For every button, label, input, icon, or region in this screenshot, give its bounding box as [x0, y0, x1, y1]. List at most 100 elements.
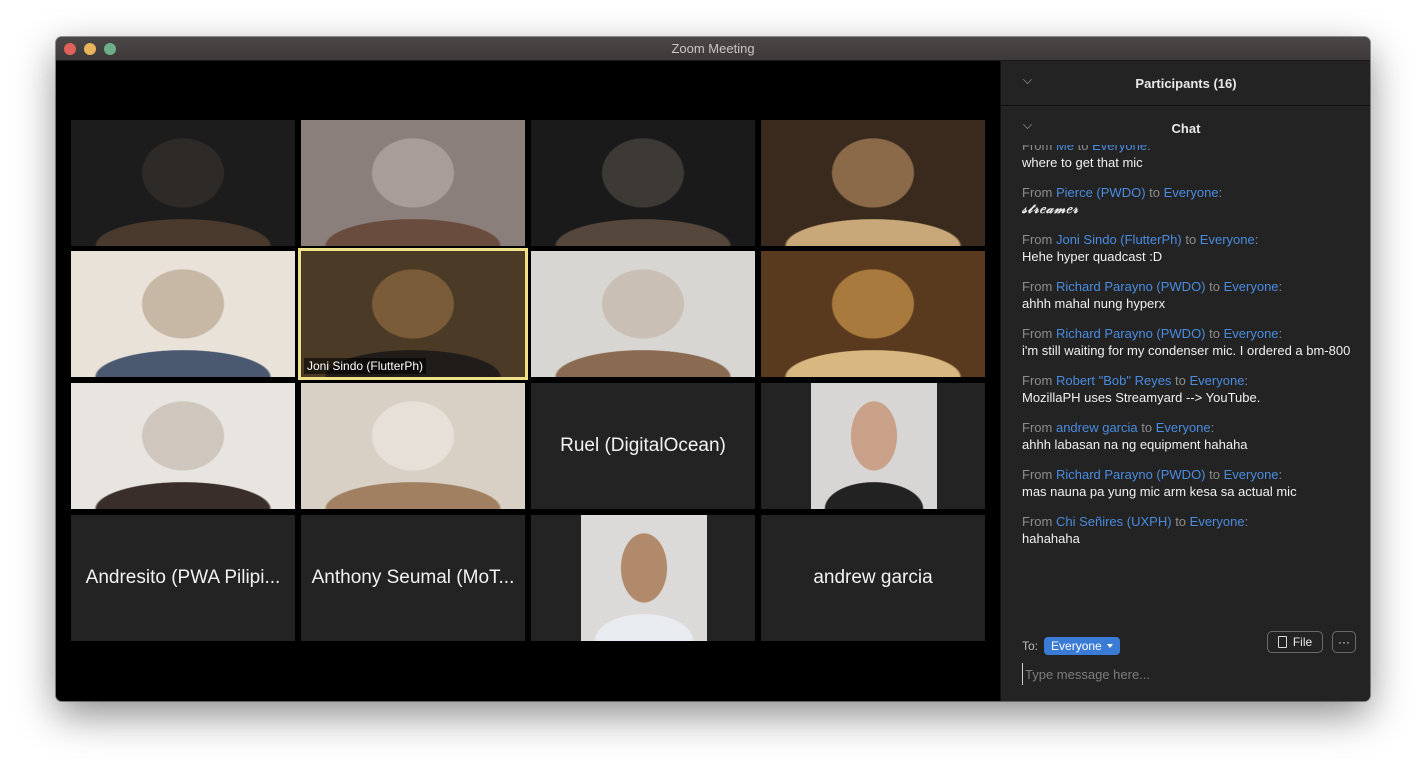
participant-name: Andresito (PWA Pilipi... — [85, 567, 281, 588]
recipient-name[interactable]: Everyone — [1092, 145, 1147, 153]
participants-header[interactable]: Participants (16) — [1001, 61, 1370, 106]
more-options-button[interactable]: ··· — [1332, 631, 1356, 653]
colon: : — [1254, 232, 1259, 247]
from-label: From — [1022, 326, 1053, 341]
recipient-name[interactable]: Everyone — [1224, 326, 1279, 341]
message-text: mas nauna pa yung mic arm kesa sa actual… — [1022, 484, 1297, 499]
participant-tile[interactable] — [531, 120, 755, 246]
sender-name[interactable]: Richard Parayno (PWDO) — [1056, 326, 1206, 341]
colon: : — [1244, 373, 1249, 388]
chat-message: From Richard Parayno (PWDO) to Everyone:… — [1022, 325, 1353, 359]
caret-down-icon — [1106, 644, 1113, 648]
chat-message-input[interactable] — [1022, 663, 1357, 685]
recipient-name[interactable]: Everyone — [1164, 185, 1219, 200]
colon: : — [1147, 145, 1151, 153]
recipient-name[interactable]: Everyone — [1156, 420, 1211, 435]
chat-message-list[interactable]: From Me to Everyone: where to get that mi… — [1001, 145, 1370, 605]
message-header: From Richard Parayno (PWDO) to Everyone: — [1022, 278, 1353, 295]
colon: : — [1278, 279, 1283, 294]
colon: : — [1210, 420, 1215, 435]
from-label: From — [1022, 185, 1053, 200]
chat-message: From Chi Señires (UXPH) to Everyone: haha… — [1022, 513, 1353, 547]
video-feed — [71, 383, 295, 509]
chat-message: From Joni Sindo (FlutterPh) to Everyone:… — [1022, 231, 1353, 265]
message-header: From Joni Sindo (FlutterPh) to Everyone: — [1022, 231, 1353, 248]
message-header: From Richard Parayno (PWDO) to Everyone: — [1022, 325, 1353, 342]
chat-title: Chat — [1171, 120, 1201, 136]
sender-name[interactable]: Joni Sindo (FlutterPh) — [1056, 232, 1182, 247]
chevron-down-icon[interactable] — [1023, 120, 1032, 129]
recipient-name[interactable]: Everyone — [1224, 467, 1279, 482]
recipient-name[interactable]: Everyone — [1200, 232, 1255, 247]
side-panel: Participants (16) Chat From Me to Everyo… — [1000, 61, 1370, 701]
from-label: From — [1022, 373, 1053, 388]
window-title: Zoom Meeting — [671, 41, 755, 56]
profile-photo — [811, 383, 937, 509]
participant-name: andrew garcia — [813, 567, 933, 588]
colon: : — [1278, 326, 1283, 341]
title-bar: Zoom Meeting — [56, 37, 1370, 61]
from-label: From — [1022, 467, 1053, 482]
sender-name[interactable]: Me — [1056, 145, 1074, 153]
zoom-window: Zoom Meeting Joni Sindo (FlutterPh) Ruel … — [56, 37, 1370, 701]
from-label: From — [1022, 232, 1053, 247]
recipient-name[interactable]: Everyone — [1190, 514, 1245, 529]
to-label: To: — [1022, 639, 1039, 653]
participant-tile[interactable]: Joni Sindo (FlutterPh) — [298, 248, 528, 380]
sender-name[interactable]: Pierce (PWDO) — [1056, 185, 1146, 200]
message-text: ahhh labasan na ng equipment hahaha — [1022, 437, 1248, 452]
recipient-name[interactable]: Everyone — [1190, 373, 1245, 388]
participant-tile[interactable]: Andresito (PWA Pilipi... — [71, 515, 295, 641]
participant-tile[interactable] — [301, 383, 525, 509]
profile-photo — [581, 515, 707, 641]
participant-name-label: Joni Sindo (FlutterPh) — [304, 358, 427, 374]
to-word: to — [1209, 326, 1220, 341]
message-text: hahahaha — [1022, 531, 1080, 546]
participant-name: Ruel (DigitalOcean) — [560, 435, 726, 456]
chat-header[interactable]: Chat — [1001, 106, 1370, 150]
participant-tile[interactable]: Anthony Seumal (MoT... — [301, 515, 525, 641]
video-feed — [761, 251, 985, 377]
participant-tile[interactable] — [71, 383, 295, 509]
sender-name[interactable]: Robert "Bob" Reyes — [1056, 373, 1171, 388]
message-text: i'm still waiting for my condenser mic. … — [1022, 343, 1351, 358]
message-header: From Robert "Bob" Reyes to Everyone: — [1022, 372, 1353, 389]
to-word: to — [1149, 185, 1160, 200]
participant-tile[interactable] — [301, 120, 525, 246]
from-label: From — [1022, 145, 1053, 153]
sender-name[interactable]: Chi Señires (UXPH) — [1056, 514, 1172, 529]
sender-name[interactable]: Richard Parayno (PWDO) — [1056, 467, 1206, 482]
file-button[interactable]: File — [1267, 631, 1323, 653]
video-feed — [761, 120, 985, 246]
participant-tile[interactable] — [761, 251, 985, 377]
to-word: to — [1141, 420, 1153, 435]
participant-tile[interactable] — [531, 515, 755, 641]
chevron-down-icon[interactable] — [1023, 75, 1032, 84]
participant-tile[interactable] — [761, 120, 985, 246]
sender-name[interactable]: andrew garcia — [1056, 420, 1138, 435]
recipient-name[interactable]: Everyone — [1224, 279, 1279, 294]
message-header: From Pierce (PWDO) to Everyone: — [1022, 184, 1353, 201]
participant-tile[interactable] — [761, 383, 985, 509]
message-text: Hehe hyper quadcast :D — [1022, 249, 1163, 264]
recipient-dropdown[interactable]: Everyone — [1044, 637, 1120, 655]
participant-tile[interactable]: andrew garcia — [761, 515, 985, 641]
ellipsis-icon: ··· — [1338, 635, 1350, 649]
participant-tile[interactable] — [71, 251, 295, 377]
participant-tile[interactable] — [71, 120, 295, 246]
message-text: where to get that mic — [1022, 155, 1143, 170]
message-header: From andrew garcia to Everyone: — [1022, 419, 1353, 436]
chat-message: From andrew garcia to Everyone: ahhh laba… — [1022, 419, 1353, 453]
sender-name[interactable]: Richard Parayno (PWDO) — [1056, 279, 1206, 294]
chat-message: From Richard Parayno (PWDO) to Everyone:… — [1022, 278, 1353, 312]
participants-title: Participants (16) — [1135, 75, 1237, 91]
to-word: to — [1077, 145, 1089, 153]
to-word: to — [1185, 232, 1197, 247]
participant-tile[interactable] — [531, 251, 755, 377]
video-feed — [531, 120, 755, 246]
message-header: From Richard Parayno (PWDO) to Everyone: — [1022, 466, 1353, 483]
chat-message: From Robert "Bob" Reyes to Everyone: Mozi… — [1022, 372, 1353, 406]
video-feed — [71, 251, 295, 377]
colon: : — [1218, 185, 1223, 200]
participant-tile[interactable]: Ruel (DigitalOcean) — [531, 383, 755, 509]
